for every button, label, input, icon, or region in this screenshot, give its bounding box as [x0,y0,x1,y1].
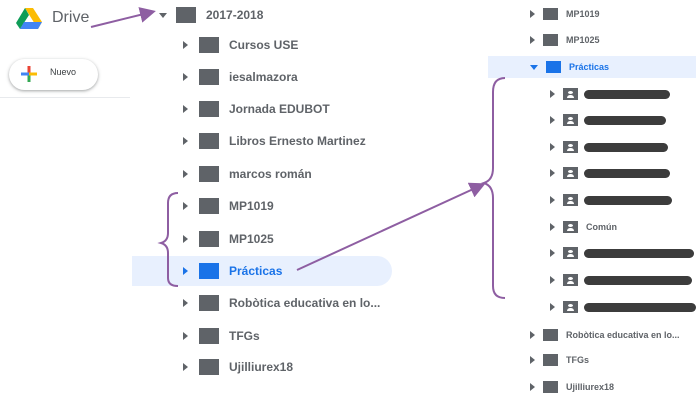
annotation-brace [157,192,179,287]
annotation-brace [480,77,506,299]
annotation-arrow [296,182,486,271]
annotation-overlay [90,7,506,299]
annotation-arrow [90,7,156,28]
